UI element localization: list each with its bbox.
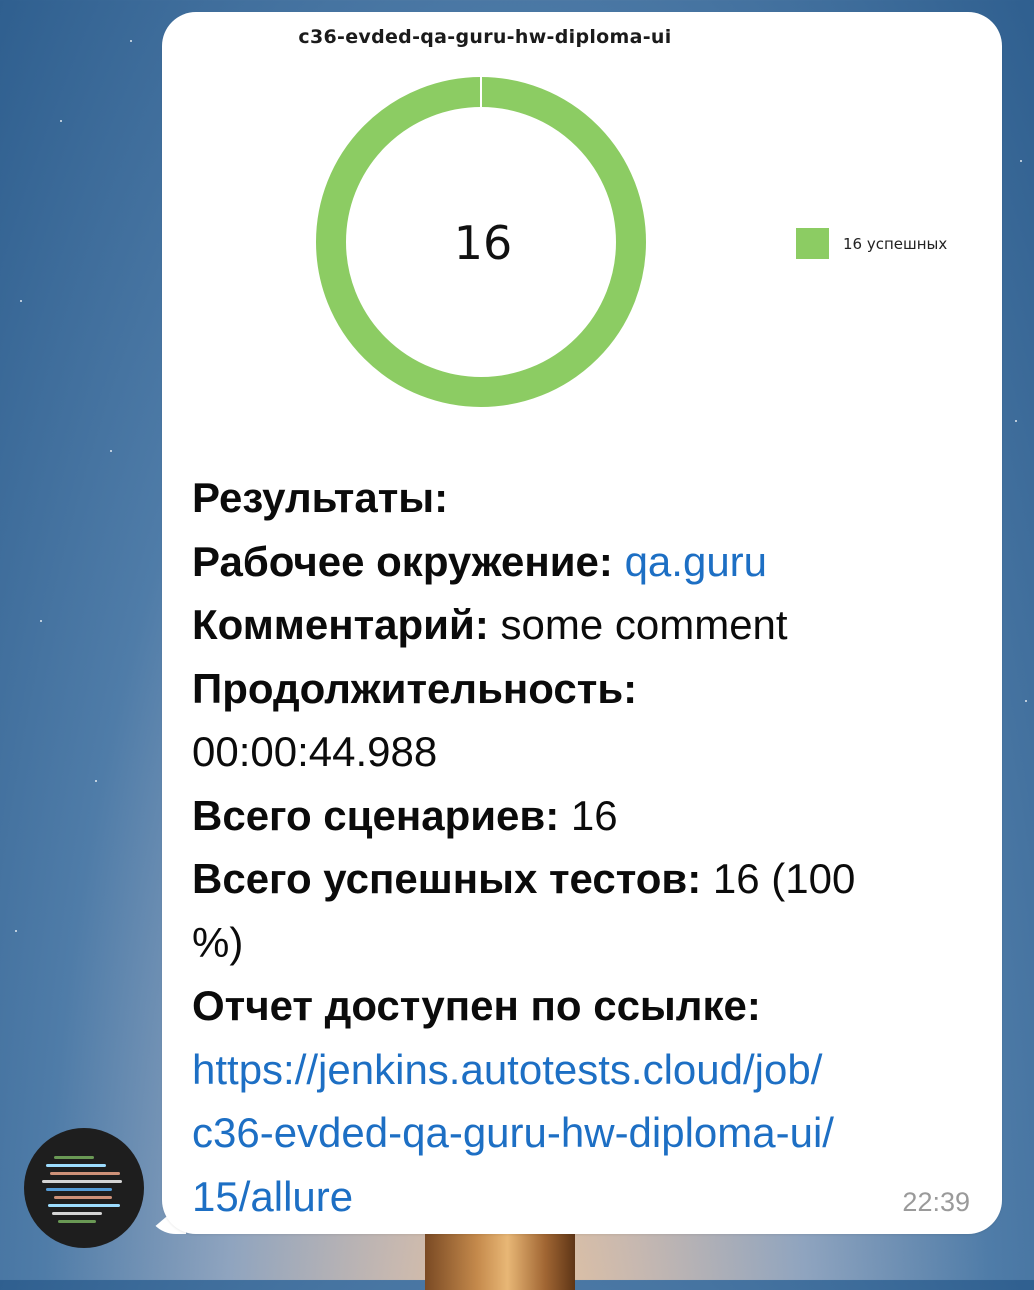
env-row: Рабочее окружение: qa.guru [192,537,768,585]
passed-row: Всего успешных тестов: 16 (100 [192,855,856,902]
scenarios-row: Всего сценариев: 16 [192,791,618,839]
passed-value-cont: %) [192,918,244,966]
report-link-line-2[interactable]: c36-evded-qa-guru-hw-diploma-ui/ [192,1101,982,1165]
duration-label: Продолжительность: [192,664,638,712]
comment-row: Комментарий: some comment [192,601,788,648]
message-text: Результаты: Рабочее окружение: qa.guru К… [192,466,982,1228]
report-link-line-1[interactable]: https://jenkins.autotests.cloud/job/ [192,1038,982,1102]
scenarios-value: 16 [570,791,618,839]
comment-value: some comment [500,601,788,648]
donut-center-value: 16 [454,216,513,270]
legend-swatch [796,228,829,259]
duration-value: 00:00:44.988 [192,728,438,775]
message-time: 22:39 [902,1187,970,1217]
background-tower [425,1230,575,1290]
legend-label: 16 успешных [843,234,948,253]
report-link-line-3[interactable]: 15/allure [192,1165,982,1229]
donut-chart: 16 [316,77,646,407]
sender-avatar[interactable] [24,1128,144,1248]
message-bubble[interactable]: c36-evded-qa-guru-hw-diploma-ui 16 16 ус… [162,12,1002,1234]
report-label: Отчет доступен по ссылке: [192,982,761,1029]
passed-value: 16 (100 [712,855,856,902]
chart-title: c36-evded-qa-guru-hw-diploma-ui [298,26,672,48]
results-heading: Результаты: [192,474,449,521]
chart-legend: 16 успешных [796,228,947,259]
env-link[interactable]: qa.guru [625,538,767,585]
